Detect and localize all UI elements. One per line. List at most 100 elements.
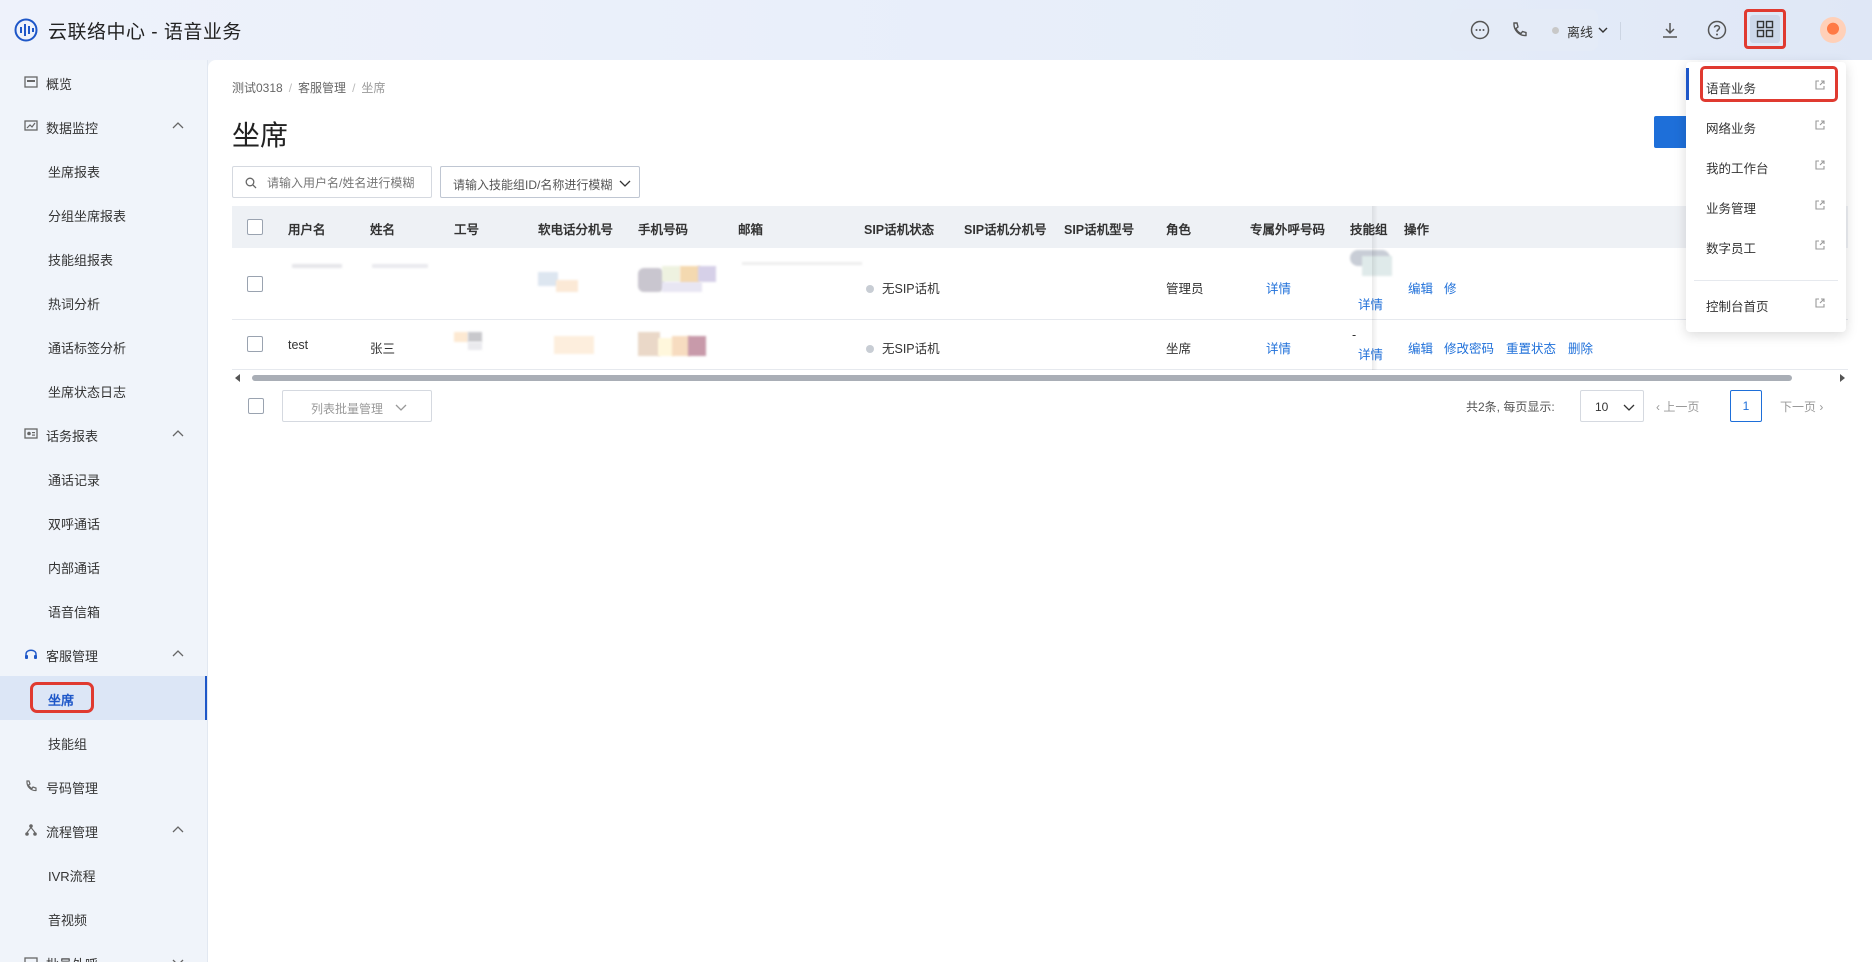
sidebar-group-batch-call[interactable]: 批量外呼 (0, 940, 207, 962)
menu-item-digital-employee[interactable]: 数字员工 (1686, 226, 1846, 266)
scroll-left-icon[interactable] (234, 374, 242, 382)
outbound-details-link[interactable]: 详情 (1266, 278, 1291, 297)
skill-group-cell: - (1352, 328, 1357, 342)
redacted-employee-id (454, 332, 468, 342)
chat-icon[interactable] (1469, 19, 1491, 41)
search-input[interactable] (267, 174, 427, 192)
column-header[interactable]: 技能组 (1350, 219, 1388, 238)
sidebar-item-label: 音视频 (48, 913, 88, 928)
skill-group-select[interactable]: 请输入技能组ID/名称进行模糊 (440, 166, 640, 198)
redacted-extension (538, 272, 558, 286)
app-switcher-button[interactable] (1744, 9, 1786, 49)
batch-manage-label: 列表批量管理 (311, 402, 384, 416)
status-label[interactable]: 离线 (1567, 22, 1593, 41)
sidebar-item-label: 技能组 (48, 737, 88, 752)
edit-link[interactable]: 编辑 (1408, 278, 1433, 297)
column-header[interactable]: 工号 (454, 219, 479, 238)
sidebar-item-ivr-flow[interactable]: IVR流程 (0, 852, 207, 896)
sidebar-item-label: 通话记录 (48, 473, 101, 488)
reset-status-link[interactable]: 重置状态 (1506, 338, 1556, 357)
sidebar-item-hotword[interactable]: 热词分析 (0, 280, 207, 324)
monitor-icon (24, 120, 38, 131)
edit-link[interactable]: 编辑 (1408, 338, 1433, 357)
column-header[interactable]: SIP话机分机号 (964, 219, 1047, 238)
top-header: 云联络中心 - 语音业务 离线 (0, 0, 1872, 60)
skill-details-link[interactable]: 详情 (1358, 344, 1383, 363)
chevron-down-icon[interactable] (1598, 25, 1608, 35)
user-avatar[interactable] (1820, 17, 1846, 43)
outbound-details-link[interactable]: 详情 (1266, 338, 1291, 357)
scrollbar-thumb[interactable] (252, 375, 1792, 381)
change-password-link[interactable]: 修 (1444, 278, 1457, 297)
select-all-checkbox[interactable] (247, 219, 263, 235)
skill-group-placeholder: 请输入技能组ID/名称进行模糊 (453, 178, 613, 192)
delete-link[interactable]: 删除 (1568, 338, 1593, 357)
sidebar-item-voicemail[interactable]: 语音信箱 (0, 588, 207, 632)
breadcrumb: 测试0318/客服管理 / 坐席 (232, 81, 386, 95)
column-header[interactable]: SIP话机状态 (864, 219, 934, 238)
help-icon[interactable] (1706, 19, 1728, 41)
scroll-right-icon[interactable] (1838, 374, 1846, 382)
highlight-box (30, 682, 94, 713)
column-header[interactable]: 软电话分机号 (538, 219, 613, 238)
row-checkbox[interactable] (247, 336, 263, 352)
sidebar-item-skill-report[interactable]: 技能组报表 (0, 236, 207, 280)
column-header[interactable]: 手机号码 (638, 219, 688, 238)
fixed-column-shadow (1372, 206, 1378, 370)
sip-status: 无SIP话机 (866, 338, 940, 357)
sidebar-group-traffic-report[interactable]: 话务报表 (0, 412, 207, 456)
status-dot (866, 285, 874, 293)
column-header[interactable]: SIP话机型号 (1064, 219, 1134, 238)
sidebar-item-agent-report[interactable]: 坐席报表 (0, 148, 207, 192)
sidebar-item-call-tag[interactable]: 通话标签分析 (0, 324, 207, 368)
menu-item-console-home[interactable]: 控制台首页 (1686, 284, 1846, 324)
menu-item-voice-business[interactable]: 语音业务 (1686, 66, 1846, 106)
sidebar-group-monitor[interactable]: 数据监控 (0, 104, 207, 148)
page-number-button[interactable]: 1 (1730, 390, 1762, 422)
batch-manage-select[interactable]: 列表批量管理 (282, 390, 432, 422)
sidebar-item-agents[interactable]: 坐席 (0, 676, 207, 720)
column-header[interactable]: 专属外呼号码 (1250, 219, 1325, 238)
sidebar-item-skill-groups[interactable]: 技能组 (0, 720, 207, 764)
sidebar-item-audio-video[interactable]: 音视频 (0, 896, 207, 940)
download-icon[interactable] (1659, 19, 1681, 41)
redacted-mobile (662, 266, 680, 282)
menu-item-network-business[interactable]: 网络业务 (1686, 106, 1846, 146)
sidebar-item-group-agent-report[interactable]: 分组坐席报表 (0, 192, 207, 236)
skill-details-link[interactable]: 详情 (1358, 294, 1383, 313)
breadcrumb-item[interactable]: 客服管理 (298, 81, 346, 95)
role-cell: 管理员 (1166, 282, 1204, 296)
menu-item-my-workbench[interactable]: 我的工作台 (1686, 146, 1846, 186)
highlight-box (1700, 66, 1838, 102)
column-header[interactable]: 姓名 (370, 219, 395, 238)
redacted-extension (554, 336, 594, 354)
column-header[interactable]: 邮箱 (738, 219, 763, 238)
column-header: 操作 (1404, 223, 1430, 237)
column-header[interactable]: 角色 (1166, 219, 1191, 238)
sidebar-group-service-mgmt[interactable]: 客服管理 (0, 632, 207, 676)
page-size-select[interactable]: 10 (1580, 390, 1644, 422)
sidebar-item-call-records[interactable]: 通话记录 (0, 456, 207, 500)
next-page-button[interactable]: 下一页 › (1780, 398, 1823, 415)
change-password-link[interactable]: 修改密码 (1444, 338, 1494, 357)
sidebar-item-dual-call[interactable]: 双呼通话 (0, 500, 207, 544)
sidebar-item-number-mgmt[interactable]: 号码管理 (0, 764, 207, 808)
horizontal-scrollbar[interactable] (232, 372, 1848, 384)
prev-page-button[interactable]: ‹ 上一页 (1656, 398, 1699, 415)
redacted-name (372, 264, 428, 268)
footer-select-all-checkbox[interactable] (248, 398, 264, 414)
row-checkbox[interactable] (247, 276, 263, 292)
search-field[interactable] (232, 166, 432, 198)
sidebar-item-agent-status-log[interactable]: 坐席状态日志 (0, 368, 207, 412)
sidebar-item-internal-call[interactable]: 内部通话 (0, 544, 207, 588)
phone-icon[interactable] (1508, 19, 1530, 41)
external-link-icon (1815, 298, 1825, 308)
menu-item-business-mgmt[interactable]: 业务管理 (1686, 186, 1846, 226)
breadcrumb-item[interactable]: 测试0318 (232, 81, 283, 95)
sidebar-item-overview[interactable]: 概览 (0, 60, 207, 104)
sidebar-item-label: IVR流程 (48, 869, 96, 884)
search-icon (245, 177, 257, 189)
sidebar-item-label: 坐席状态日志 (48, 385, 127, 400)
column-header[interactable]: 用户名 (288, 219, 326, 238)
sidebar-group-flow-mgmt[interactable]: 流程管理 (0, 808, 207, 852)
